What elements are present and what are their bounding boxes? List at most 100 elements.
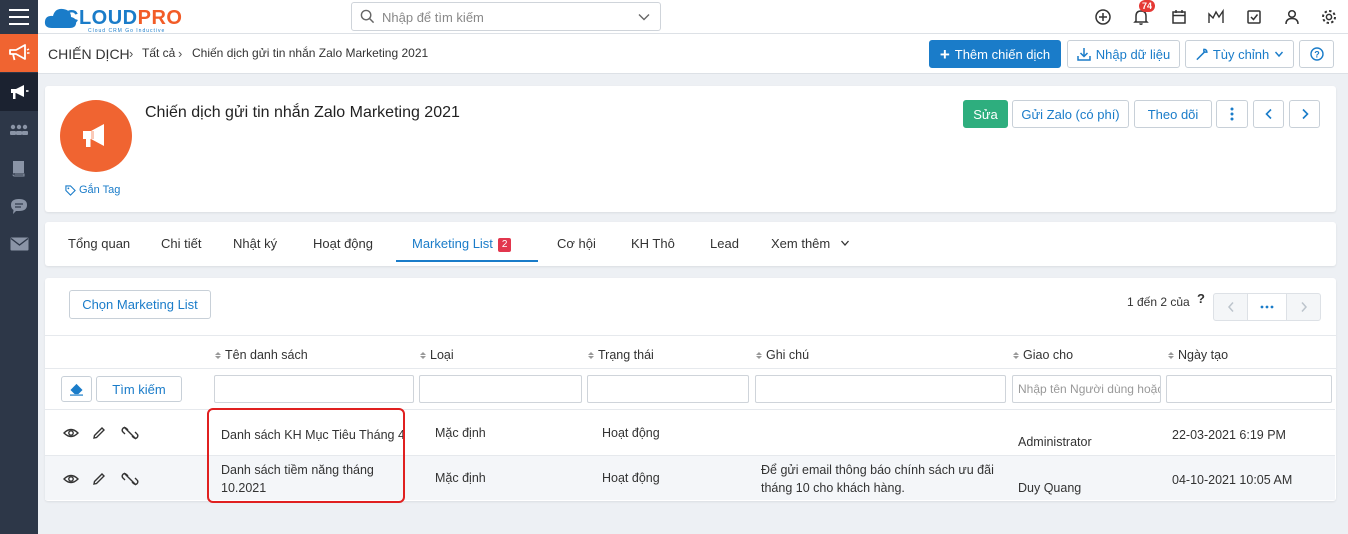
people-icon [10,124,28,135]
top-bar: CLOUDPRO Cloud CRM Go Inductive Nhập để … [0,0,1348,34]
search-filter-button[interactable]: Tìm kiếm [96,376,182,402]
tab-overview[interactable]: Tổng quan [68,236,130,251]
import-data-label: Nhập dữ liệu [1095,46,1171,62]
task-check-icon[interactable] [1245,8,1263,26]
sidebar-item-chat[interactable] [0,187,38,225]
chevron-right-icon [1300,302,1307,312]
page-previous-button[interactable] [1213,293,1248,321]
tab-marketing-list-label: Marketing List [412,236,493,251]
unlink-icon[interactable] [121,471,139,487]
chevron-left-icon [1227,302,1234,312]
tab-log[interactable]: Nhật ký [233,236,277,251]
sort-icon [588,351,594,359]
module-title[interactable]: CHIẾN DỊCH [48,46,130,62]
eraser-icon [70,383,83,396]
sidebar-item-email[interactable] [0,225,38,263]
add-tag-link[interactable]: Gắn Tag [65,184,120,196]
logo[interactable]: CLOUDPRO [64,7,182,30]
filter-name-input[interactable] [214,375,414,403]
next-record-button[interactable] [1289,100,1320,128]
sidebar-item-marketing[interactable] [0,73,38,111]
menu-icon[interactable] [0,0,38,34]
tab-count-badge: 2 [497,238,512,252]
tab-opportunities[interactable]: Cơ hội [557,236,596,251]
column-created-label: Ngày tạo [1178,348,1229,362]
chart-icon[interactable] [1207,8,1225,26]
search-input[interactable]: Nhập để tìm kiếm [351,2,661,31]
tab-activities[interactable]: Hoạt động [313,236,373,251]
sidebar [0,34,38,534]
add-campaign-button[interactable]: + Thêm chiến dịch [929,40,1061,68]
filter-assignee-input[interactable]: Nhập tên Người dùng hoặc [1012,375,1161,403]
breadcrumb-all[interactable]: Tất cả [142,46,175,60]
previous-record-button[interactable] [1253,100,1284,128]
column-header-assignee[interactable]: Giao cho [1013,348,1073,362]
column-type-label: Loại [430,348,454,362]
filter-type-input[interactable] [419,375,582,403]
megaphone-filled-icon [11,85,29,99]
column-header-name[interactable]: Tên danh sách [215,348,308,362]
notification-bell[interactable]: 74 [1132,0,1156,26]
envelope-icon [10,237,28,251]
view-eye-icon[interactable] [63,425,79,441]
more-actions-button[interactable] [1216,100,1248,128]
sort-icon [215,351,221,359]
unlink-icon[interactable] [121,425,139,441]
filter-note-input[interactable] [755,375,1006,403]
follow-button[interactable]: Theo dõi [1134,100,1212,128]
edit-pencil-icon[interactable] [91,471,107,487]
view-eye-icon[interactable] [63,471,79,487]
tab-details[interactable]: Chi tiết [161,236,201,251]
tab-more[interactable]: Xem thêm [771,236,850,251]
tab-more-label: Xem thêm [771,236,831,251]
customize-button[interactable]: Tùy chỉnh [1185,40,1294,68]
edit-pencil-icon[interactable] [91,425,107,441]
chevron-down-icon [840,240,849,246]
svg-text:?: ? [1314,50,1320,60]
send-zalo-button[interactable]: Gửi Zalo (có phí) [1012,100,1129,128]
cell-note: Để gửi email thông báo chính sách ưu đãi… [761,463,994,495]
pagination-help-icon[interactable]: ? [1197,291,1205,306]
page-next-button[interactable] [1286,293,1321,321]
column-header-type[interactable]: Loại [420,348,454,362]
sidebar-item-campaign[interactable] [0,34,38,72]
notification-count-badge: 74 [1139,0,1156,12]
column-header-created[interactable]: Ngày tạo [1168,348,1228,362]
calendar-icon[interactable] [1170,8,1188,26]
cell-created: 04-10-2021 10:05 AM [1172,473,1293,487]
page-more-button[interactable] [1247,293,1287,321]
filter-status-input[interactable] [587,375,749,403]
sort-icon [1013,351,1019,359]
tag-icon [65,184,76,196]
filter-created-input[interactable] [1166,375,1332,403]
tab-raw-customers[interactable]: KH Thô [631,236,675,251]
sidebar-item-audience[interactable] [0,111,38,149]
more-horizontal-icon [1260,305,1274,309]
choose-marketing-list-button[interactable]: Chọn Marketing List [69,290,211,319]
cell-assignee: Administrator [1018,435,1092,449]
pagination-info: 1 đến 2 của [1127,295,1190,309]
chevron-right-icon [1301,108,1309,120]
edit-button[interactable]: Sửa [963,100,1008,128]
chevron-down-icon [1275,51,1284,58]
user-icon[interactable] [1283,8,1301,26]
column-header-status[interactable]: Trạng thái [588,348,654,362]
tab-lead[interactable]: Lead [710,236,739,251]
gear-icon[interactable] [1320,8,1338,26]
logo-primary: CLOUD [64,7,138,29]
breadcrumb-separator-icon: › [129,46,134,61]
download-icon [1077,48,1091,61]
sidebar-item-documents[interactable] [0,149,38,187]
chevron-down-icon[interactable] [638,11,650,23]
search-icon [360,9,375,24]
import-data-button[interactable]: Nhập dữ liệu [1067,40,1180,68]
breadcrumb-bar: CHIẾN DỊCH › Tất cả › Chiến dịch gửi tin… [38,34,1348,74]
help-button[interactable]: ? [1299,40,1334,68]
cell-status: Hoạt động [602,471,660,485]
column-header-note[interactable]: Ghi chú [756,348,809,362]
tab-marketing-list[interactable]: Marketing List 2 [412,236,512,252]
add-circle-icon[interactable] [1094,8,1112,26]
clear-filter-button[interactable] [61,376,92,402]
column-note-label: Ghi chú [766,348,810,362]
add-tag-label: Gắn Tag [79,184,121,196]
